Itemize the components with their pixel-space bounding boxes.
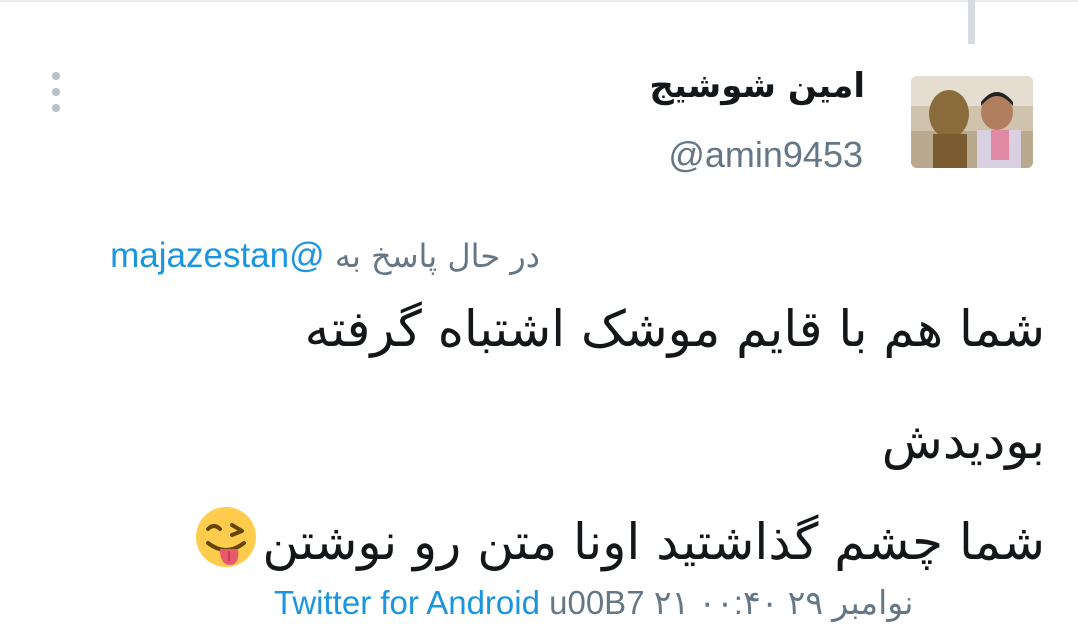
tweet-text-line: شما چشم گذاشتید اونا متن رو نوشتن [262, 513, 1045, 571]
more-dot [52, 72, 60, 80]
source-link[interactable]: Twitter for Android [274, 584, 540, 621]
more-dot [52, 104, 60, 112]
tweet-detail-page: امین شوشیج @amin9453 در حال پاسخ به @maj… [0, 0, 1078, 641]
tweet-time: ۰۰:۴۰ [698, 584, 779, 621]
reply-mention-link[interactable]: @majazestan [110, 236, 325, 275]
scrollbar-thumb[interactable] [968, 0, 975, 44]
tweet-meta: Twitter for Android u00B7 ۲۱ نوامبر ۲۹ ۰… [274, 583, 913, 622]
more-dot [52, 88, 60, 96]
tweet-date: ۲۱ نوامبر ۲۹ [653, 584, 914, 621]
winking-face-with-tongue-icon [194, 505, 258, 581]
tweet-text-line: بودیدش [881, 412, 1045, 470]
separator: u00B7 [549, 584, 645, 621]
avatar-photo [911, 76, 1033, 168]
tweet-text-line: شما هم با قایم موشک اشتباه گرفته [304, 300, 1045, 358]
author-handle[interactable]: @amin9453 [668, 134, 863, 176]
top-divider [0, 0, 1078, 2]
tweet-text-line-with-emoji: شما چشم گذاشتید اونا متن رو نوشتن [194, 505, 1045, 581]
reply-prefix: در حال پاسخ به [334, 237, 540, 275]
more-vertical-icon[interactable] [36, 70, 76, 114]
author-name[interactable]: امین شوشیج [649, 66, 865, 106]
reply-context: در حال پاسخ به @majazestan [110, 236, 540, 276]
avatar[interactable] [911, 76, 1033, 168]
